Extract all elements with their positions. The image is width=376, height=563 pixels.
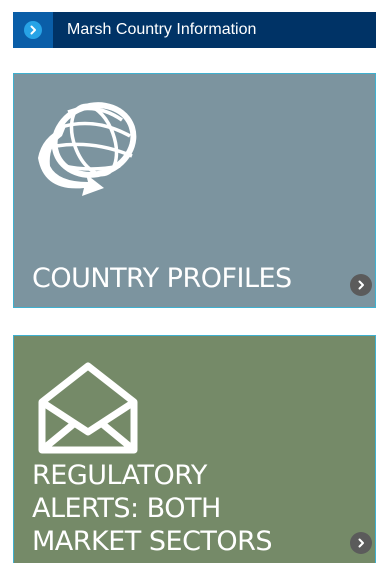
header-title: Marsh Country Information <box>67 21 257 38</box>
header-icon-box[interactable] <box>13 12 53 48</box>
envelope-icon <box>36 360 140 461</box>
chevron-right-circle-icon[interactable] <box>24 21 42 39</box>
regulatory-alerts-label: REGULATORY ALERTS: BOTH MARKET SECTORS <box>32 460 273 557</box>
country-profiles-label: COUNTRY PROFILES <box>32 263 292 294</box>
globe-icon <box>28 96 148 201</box>
chevron-right-icon[interactable] <box>350 274 372 296</box>
country-profiles-tile[interactable]: COUNTRY PROFILES <box>13 73 376 308</box>
app-header[interactable]: Marsh Country Information <box>13 12 376 48</box>
regulatory-alerts-tile[interactable]: REGULATORY ALERTS: BOTH MARKET SECTORS <box>13 335 376 563</box>
chevron-right-icon[interactable] <box>350 532 372 554</box>
